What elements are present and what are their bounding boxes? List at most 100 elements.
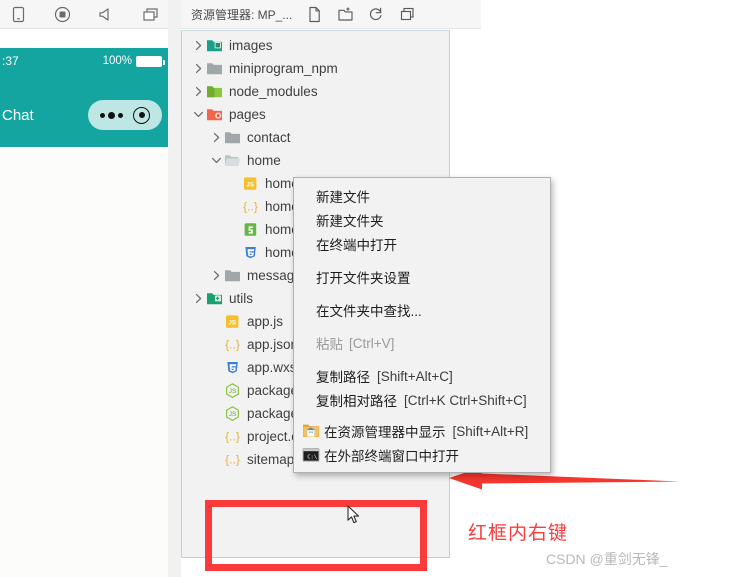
context-menu-item[interactable]: 在资源管理器中显示 [Shift+Alt+R] [294,419,550,443]
explorer-folder-icon [302,422,320,440]
context-menu-item-label: 打开文件夹设置 [316,271,411,286]
chevron-right-icon[interactable] [190,293,206,304]
tree-item-label: pages [229,106,266,122]
context-menu-item[interactable]: 在文件夹中查找... [294,298,550,322]
svg-text:{..}: {..} [225,453,240,467]
cmd-terminal-icon: C:\ [302,446,320,464]
more-dots-icon[interactable] [100,111,123,119]
context-menu-item[interactable]: C:\ 在外部终端窗口中打开 [294,443,550,467]
context-menu-item-label: 在终端中打开 [316,238,397,253]
context-menu-item-shortcut: [Shift+Alt+R] [452,423,529,439]
context-menu-separator [294,355,550,364]
chevron-right-icon[interactable] [208,132,224,143]
json-file-icon: {..} [224,451,241,468]
context-menu-separator [294,322,550,331]
phone-navbar: Chat [0,92,168,138]
context-menu-separator [294,256,550,265]
wechat-capsule-button[interactable] [88,100,162,130]
red-highlight-box [205,500,427,571]
tree-folder-row[interactable]: images [182,34,449,57]
context-menu-item-shortcut: [Ctrl+K Ctrl+Shift+C] [404,392,527,408]
refresh-icon[interactable] [367,5,385,23]
folder-gray-icon [224,129,241,146]
phone-icon[interactable] [9,5,27,23]
record-icon[interactable] [53,5,71,23]
tree-item-label: miniprogram_npm [229,60,338,76]
svg-text:JS: JS [229,411,236,418]
csdn-watermark: CSDN @重剑无锋_ [546,551,668,567]
phone-simulator: :37 100% Chat [0,29,168,577]
context-menu-item[interactable]: 打开文件夹设置 [294,265,550,289]
tree-item-label: contact [247,129,291,145]
context-menu-item[interactable]: 新建文件夹 [294,208,550,232]
context-menu-item-label: 在资源管理器中显示 [324,425,446,440]
screenshot-root: 资源管理器: MP_... :37 100% Chat images minip… [0,0,754,577]
chevron-down-icon[interactable] [190,109,206,120]
tree-folder-row[interactable]: miniprogram_npm [182,57,449,80]
node-file-icon: JS [224,382,241,399]
context-menu[interactable]: 新建文件新建文件夹在终端中打开 打开文件夹设置 在文件夹中查找... 粘贴 [Ctrl+… [293,177,551,473]
background-gap [168,0,181,577]
phone-top-strip [0,29,168,48]
context-menu-item-shortcut: [Shift+Alt+C] [377,368,453,384]
svg-text:JS: JS [229,388,236,395]
tree-folder-row[interactable]: home [182,149,449,172]
wxml-file-icon [242,221,259,238]
tree-item-label: images [229,37,273,53]
svg-text:{..}: {..} [243,200,258,214]
chevron-right-icon[interactable] [190,40,206,51]
simulator-toolbar [0,0,168,29]
new-file-icon[interactable] [305,5,323,23]
json-file-icon: {..} [224,336,241,353]
context-menu-item-label: 在文件夹中查找... [316,304,422,319]
tree-folder-row[interactable]: contact [182,126,449,149]
js-file-icon: JS [224,313,241,330]
chevron-right-icon[interactable] [208,270,224,281]
phone-status-bar: :37 100% [0,52,168,70]
folder-pages-icon [206,106,223,123]
node-file-icon: JS [224,405,241,422]
chevron-right-icon[interactable] [190,86,206,97]
new-folder-icon[interactable] [336,5,354,23]
tree-folder-row[interactable]: node_modules [182,80,449,103]
tree-item-label: app.json [247,336,299,352]
js-file-icon: JS [242,175,259,192]
folder-node-icon [206,83,223,100]
context-menu-item-label: 粘贴 [316,337,343,352]
svg-text:JS: JS [228,320,236,327]
close-target-icon[interactable] [133,106,150,124]
status-battery-group: 100% [102,55,165,67]
context-menu-item[interactable]: 复制路径 [Shift+Alt+C] [294,364,550,388]
annotation-hint-text: 红框内右键 [468,522,569,544]
mouse-cursor-icon [347,505,361,530]
tree-folder-row[interactable]: pages [182,103,449,126]
battery-percent: 100% [102,55,132,67]
context-menu-item[interactable]: 新建文件 [294,184,550,208]
context-menu-item-label: 在外部终端窗口中打开 [324,449,459,464]
context-menu-separator [294,412,550,419]
context-menu-item[interactable]: 在终端中打开 [294,232,550,256]
context-menu-item-label: 复制路径 [316,370,370,385]
context-menu-item-shortcut: [Ctrl+V] [349,335,395,351]
chevron-right-icon[interactable] [190,63,206,74]
json-file-icon: {..} [242,198,259,215]
tree-item-label: node_modules [229,83,318,99]
phone-nav-title: Chat [2,106,34,124]
svg-text:{..}: {..} [225,430,240,444]
phone-header: :37 100% Chat [0,48,168,147]
chevron-down-icon[interactable] [208,155,224,166]
svg-text:{..}: {..} [225,338,240,352]
collapse-all-icon[interactable] [398,5,416,23]
window-icon[interactable] [141,5,159,23]
folder-gray-icon [224,267,241,284]
folder-gray-icon [206,60,223,77]
explorer-title: 资源管理器: MP_... [191,7,293,22]
battery-icon [136,55,165,67]
context-menu-item[interactable]: 复制相对路径 [Ctrl+K Ctrl+Shift+C] [294,388,550,412]
json-file-icon: {..} [224,428,241,445]
context-menu-item-label: 复制相对路径 [316,394,397,409]
sound-icon[interactable] [97,5,115,23]
tree-item-label: home [247,152,281,168]
context-menu-item-label: 新建文件夹 [316,214,384,229]
explorer-toolbar: 资源管理器: MP_... [181,0,481,29]
